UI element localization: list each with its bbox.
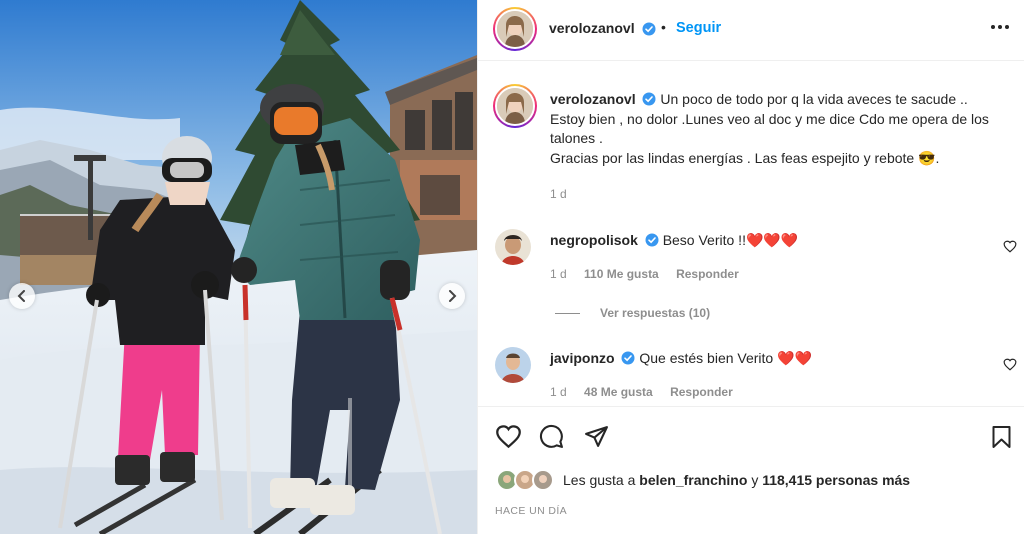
- next-photo-button[interactable]: [439, 283, 465, 309]
- reply-button[interactable]: Responder: [670, 385, 733, 399]
- verified-badge-icon: [645, 233, 659, 247]
- liker-username[interactable]: belen_franchino: [639, 472, 747, 488]
- follow-button[interactable]: Seguir: [676, 20, 721, 36]
- separator-dot: •: [661, 19, 666, 35]
- comment-2: javiponzo Que estés bien Verito ❤️❤️: [550, 349, 812, 367]
- comment-likes[interactable]: 110 Me gusta: [584, 267, 659, 281]
- comment-time[interactable]: 1 d: [550, 267, 567, 281]
- previous-photo-button[interactable]: [9, 283, 35, 309]
- reply-button[interactable]: Responder: [676, 267, 739, 281]
- comment-meta: 1 d 110 Me gusta Responder: [550, 267, 739, 281]
- author-username[interactable]: verolozanovl: [549, 20, 635, 36]
- post-date[interactable]: HACE UN DÍA: [495, 505, 567, 517]
- comment-avatar[interactable]: [495, 229, 531, 265]
- like-comment-heart-icon[interactable]: [1003, 240, 1017, 253]
- likers-avatars[interactable]: [496, 469, 560, 491]
- comment-time[interactable]: 1 d: [550, 385, 567, 399]
- post-photo[interactable]: [0, 0, 477, 534]
- like-comment-heart-icon[interactable]: [1003, 358, 1017, 371]
- avatar-photo: [497, 88, 533, 124]
- ski-photo-image: [0, 0, 477, 534]
- replies-divider: [555, 313, 580, 314]
- save-bookmark-icon[interactable]: [991, 425, 1012, 449]
- verified-badge-icon: [621, 351, 635, 365]
- comment-avatar[interactable]: [495, 347, 531, 383]
- avatar-photo: [495, 347, 531, 383]
- post-side-panel: verolozanovl • Seguir verolozanovl Un po…: [477, 0, 1024, 534]
- comment-text: Que estés bien Verito ❤️❤️: [639, 350, 812, 366]
- liker-avatar-stack: [496, 469, 554, 491]
- comment-username[interactable]: negropolisok: [550, 232, 638, 248]
- caption-time[interactable]: 1 d: [550, 187, 567, 201]
- comment-meta: 1 d 48 Me gusta Responder: [550, 385, 733, 399]
- post-caption: verolozanovl Un poco de todo por q la vi…: [550, 90, 1010, 168]
- likes-summary: Les gusta a belen_franchino y 118,415 pe…: [563, 472, 910, 488]
- caption-author-avatar[interactable]: [493, 84, 537, 128]
- comment-text: Beso Verito !!❤️❤️❤️: [662, 232, 799, 248]
- verified-badge-icon: [642, 92, 656, 106]
- likes-prefix: Les gusta a: [563, 472, 636, 488]
- more-horizontal-icon[interactable]: [990, 24, 1010, 30]
- chevron-right-icon: [449, 290, 457, 302]
- comment-1: negropolisok Beso Verito !!❤️❤️❤️: [550, 231, 798, 249]
- avatar-photo: [497, 11, 533, 47]
- comment-username[interactable]: javiponzo: [550, 350, 615, 366]
- comment-likes[interactable]: 48 Me gusta: [584, 385, 653, 399]
- view-replies-button[interactable]: Ver respuestas (10): [600, 306, 710, 320]
- comment-bubble-icon[interactable]: [539, 424, 564, 449]
- post-actions: Les gusta a belen_franchino y 118,415 pe…: [478, 406, 1024, 534]
- avatar-photo: [495, 229, 531, 265]
- like-heart-icon[interactable]: [495, 424, 522, 449]
- caption-username[interactable]: verolozanovl: [550, 91, 636, 107]
- likes-count[interactable]: 118,415 personas más: [762, 472, 910, 488]
- verified-badge-icon: [642, 22, 656, 36]
- post-header: verolozanovl • Seguir: [478, 0, 1024, 61]
- likes-conjunction: y: [751, 472, 759, 488]
- chevron-left-icon: [17, 290, 25, 302]
- author-avatar[interactable]: [493, 7, 537, 51]
- share-paper-plane-icon[interactable]: [584, 424, 609, 449]
